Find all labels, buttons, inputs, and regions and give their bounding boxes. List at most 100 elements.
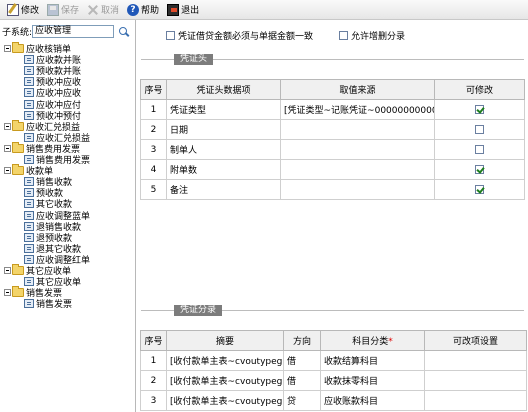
toolbar: 修改 保存 取消 ? 帮助 退出 — [0, 0, 528, 20]
row-number: 5 — [140, 179, 167, 200]
document-icon — [24, 243, 34, 253]
edit-button[interactable]: 修改 — [4, 1, 42, 19]
required-mark: * — [388, 337, 393, 347]
row-number: 1 — [140, 99, 167, 120]
editable-settings-cell[interactable] — [424, 390, 527, 411]
subsystem-label: 子系统: — [2, 28, 33, 38]
account-category-cell[interactable]: 收款抹零科目 — [320, 370, 425, 391]
editable-settings-cell[interactable] — [424, 350, 527, 371]
table-row: 2[收付款单主表~cvoutypeguid...借收款抹零科目 — [140, 370, 527, 391]
exit-label: 退出 — [181, 6, 200, 16]
collapse-toggle-icon[interactable] — [4, 144, 11, 152]
header-section-title: 凭证头 — [174, 54, 214, 65]
save-button[interactable]: 保存 — [44, 1, 82, 19]
help-label: 帮助 — [141, 6, 160, 16]
row-number: 2 — [140, 370, 167, 391]
editable-checkbox[interactable] — [475, 184, 484, 194]
collapse-toggle-icon[interactable] — [4, 167, 11, 175]
cancel-button[interactable]: 取消 — [84, 1, 122, 19]
value-source-cell[interactable]: [凭证类型~记账凭证~000000000000003] — [280, 99, 435, 120]
editable-checkbox[interactable] — [475, 124, 484, 134]
table-row: 1凭证类型[凭证类型~记账凭证~000000000000003] — [140, 99, 525, 120]
header-item-cell: 凭证类型 — [166, 99, 281, 120]
direction-cell[interactable]: 借 — [283, 350, 321, 371]
editable-checkbox[interactable] — [475, 104, 484, 114]
allow-add-delete-label: 允许增删分录 — [351, 32, 406, 42]
header-table-column-header: 凭证头数据项 — [166, 79, 281, 100]
editable-cell — [434, 159, 525, 180]
collapse-toggle-icon[interactable] — [4, 122, 11, 130]
header-table-column-header: 取值来源 — [280, 79, 435, 100]
column-header-label: 摘要 — [215, 337, 234, 347]
summary-cell[interactable]: [收付款单主表~cvoutypeguid... — [166, 390, 284, 411]
value-source-cell[interactable] — [280, 159, 435, 180]
allow-add-delete-checkbox[interactable] — [339, 31, 348, 40]
header-item-cell: 备注 — [166, 179, 281, 200]
subsystem-input[interactable]: 应收管理 — [32, 25, 115, 38]
tree-node-label: 销售发票 — [36, 300, 73, 311]
header-item-cell: 制单人 — [166, 139, 281, 160]
entry-table-column-header: 序号 — [140, 330, 167, 351]
exit-button[interactable]: 退出 — [164, 1, 202, 19]
folder-icon — [12, 286, 24, 298]
direction-cell[interactable]: 贷 — [283, 390, 321, 411]
cancel-label: 取消 — [101, 6, 120, 16]
document-icon — [24, 77, 34, 87]
account-category-cell[interactable]: 收款结算科目 — [320, 350, 425, 371]
document-icon — [24, 88, 34, 98]
folder-icon — [12, 264, 24, 275]
document-type-tree: 应收核销单 应收款并账 预收款并账 预收冲应收 应收冲应收 应收冲应付 预收冲预付 应收汇兑损… — [2, 42, 134, 409]
edit-label: 修改 — [21, 6, 40, 16]
editable-checkbox[interactable] — [475, 164, 484, 174]
header-item-cell: 日期 — [166, 119, 281, 140]
cancel-icon — [87, 4, 99, 16]
row-number: 3 — [140, 390, 167, 411]
table-row: 3[收付款单主表~cvoutypeguid...贷应收账款科目 — [140, 390, 527, 411]
table-row: 4 附单数 — [140, 159, 525, 180]
row-number: 3 — [140, 139, 167, 160]
document-icon — [24, 110, 34, 120]
value-source-cell[interactable] — [280, 179, 435, 200]
document-icon — [24, 188, 34, 198]
value-source-cell[interactable] — [280, 139, 435, 160]
column-header-label: 方向 — [292, 337, 311, 347]
debit-credit-match-label: 凭证借贷金额必须与单据金额一致 — [178, 32, 314, 42]
folder-icon — [12, 119, 24, 131]
option-debit-credit-match[interactable]: 凭证借贷金额必须与单据金额一致 — [166, 29, 313, 42]
tree-leaf-node[interactable]: 销售发票 — [24, 298, 73, 311]
header-table-column-header: 序号 — [140, 79, 167, 100]
entry-table-column-header: 可改项设置 — [424, 330, 527, 351]
document-icon — [24, 66, 34, 76]
value-source-cell[interactable] — [280, 119, 435, 140]
row-number: 1 — [140, 350, 167, 371]
editable-checkbox[interactable] — [475, 144, 484, 154]
summary-cell[interactable]: [收付款单主表~cvoutypeguid... — [166, 350, 284, 371]
document-icon — [24, 232, 34, 242]
table-row: 3 制单人 — [140, 139, 525, 160]
direction-cell[interactable]: 借 — [283, 370, 321, 391]
table-row: 1[收付款单主表~cvoutypeguid...借收款结算科目 — [140, 350, 527, 371]
row-number: 4 — [140, 159, 167, 180]
main-panel: 凭证借贷金额必须与单据金额一致 允许增删分录 凭证头 序号 凭证头数据项 取值来源可… — [137, 20, 528, 412]
column-header-label: 科目分类 — [352, 337, 389, 347]
header-item-cell: 附单数 — [166, 159, 281, 180]
editable-cell — [434, 179, 525, 200]
collapse-toggle-icon[interactable] — [4, 267, 11, 274]
debit-credit-match-checkbox[interactable] — [166, 31, 175, 40]
table-row: 2 日期 — [140, 119, 525, 140]
document-icon — [24, 299, 34, 309]
collapse-toggle-icon[interactable] — [4, 45, 11, 52]
editable-cell — [434, 99, 525, 120]
collapse-toggle-icon[interactable] — [4, 289, 11, 297]
account-category-cell[interactable]: 应收账款科目 — [320, 390, 425, 411]
document-icon — [24, 177, 34, 187]
search-icon[interactable] — [118, 26, 130, 38]
option-allow-add-delete[interactable]: 允许增删分录 — [339, 29, 405, 42]
document-icon — [24, 254, 34, 264]
help-button[interactable]: ? 帮助 — [124, 1, 162, 19]
document-icon — [24, 155, 34, 164]
folder-icon — [12, 42, 24, 53]
summary-cell[interactable]: [收付款单主表~cvoutypeguid... — [166, 370, 284, 391]
editable-settings-cell[interactable] — [424, 370, 527, 391]
save-icon — [47, 3, 60, 16]
